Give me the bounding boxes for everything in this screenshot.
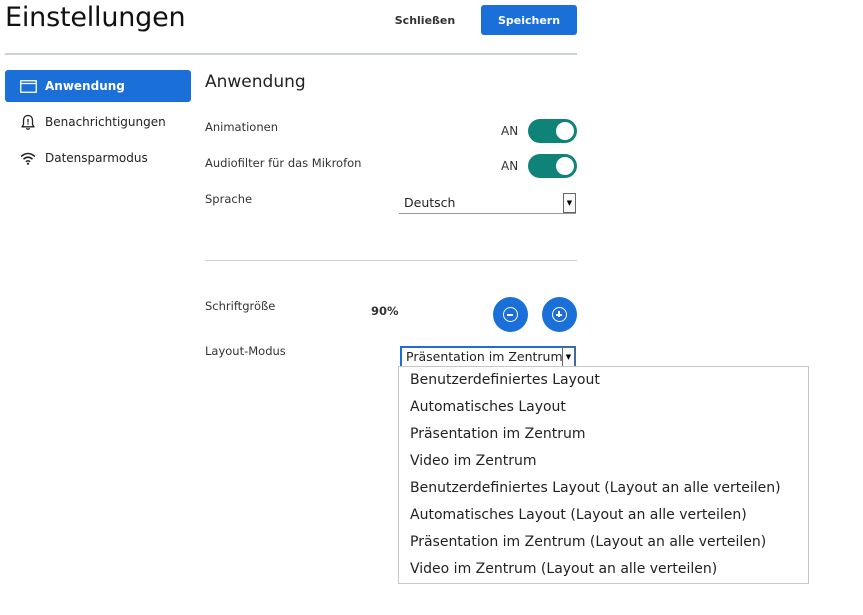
language-select[interactable]: Deutsch ▼	[399, 192, 576, 214]
font-size-label: Schriftgröße	[205, 299, 276, 313]
dropdown-option[interactable]: Automatisches Layout	[399, 396, 808, 423]
dropdown-option[interactable]: Benutzerdefiniertes Layout	[399, 369, 808, 396]
sidebar-item-label: Benachrichtigungen	[45, 115, 166, 129]
toggle-knob	[556, 122, 574, 140]
font-size-value: 90%	[371, 304, 399, 318]
save-button[interactable]: Speichern	[481, 5, 577, 35]
animations-state-text: AN	[501, 124, 519, 138]
close-button[interactable]: Schließen	[390, 6, 460, 34]
animations-label: Animationen	[205, 120, 278, 134]
section-title: Anwendung	[205, 72, 306, 92]
animations-toggle[interactable]	[528, 119, 577, 143]
bell-icon	[18, 113, 38, 131]
window-icon	[18, 77, 38, 95]
language-label: Sprache	[205, 192, 253, 206]
dropdown-option[interactable]: Video im Zentrum	[399, 450, 808, 477]
decrease-font-button[interactable]	[493, 297, 528, 332]
sidebar-item-benachrichtigungen[interactable]: Benachrichtigungen	[5, 106, 191, 138]
increase-font-button[interactable]	[542, 297, 577, 332]
toggle-knob	[556, 157, 574, 175]
sidebar: Anwendung Benachrichtigungen Datensparmo…	[5, 70, 191, 178]
dropdown-arrow-icon[interactable]: ▼	[563, 193, 576, 213]
dropdown-option[interactable]: Automatisches Layout (Layout an alle ver…	[399, 504, 808, 531]
audio-filter-state-text: AN	[501, 159, 519, 173]
minus-circle-icon	[503, 307, 518, 322]
sidebar-item-label: Anwendung	[45, 79, 125, 93]
layout-mode-select-value: Präsentation im Zentrum	[406, 349, 563, 364]
layout-mode-label: Layout-Modus	[205, 344, 286, 358]
page-title: Einstellungen	[5, 2, 186, 33]
audio-filter-toggle[interactable]	[528, 154, 577, 178]
wifi-icon	[18, 149, 38, 167]
dropdown-option[interactable]: Präsentation im Zentrum	[399, 423, 808, 450]
audio-filter-label: Audiofilter für das Mikrofon	[205, 156, 362, 170]
dropdown-option[interactable]: Video im Zentrum (Layout an alle verteil…	[399, 558, 808, 585]
sidebar-item-label: Datensparmodus	[45, 151, 148, 165]
dropdown-arrow-icon[interactable]: ▼	[562, 347, 575, 367]
plus-circle-icon	[552, 307, 567, 322]
sidebar-item-datensparmodus[interactable]: Datensparmodus	[5, 142, 191, 174]
layout-mode-select[interactable]: Präsentation im Zentrum ▼	[400, 346, 576, 368]
dropdown-option[interactable]: Präsentation im Zentrum (Layout an alle …	[399, 531, 808, 558]
language-select-value: Deutsch	[404, 195, 456, 210]
section-divider	[205, 260, 577, 261]
layout-mode-dropdown-list: Benutzerdefiniertes Layout Automatisches…	[398, 366, 809, 584]
dropdown-option[interactable]: Benutzerdefiniertes Layout (Layout an al…	[399, 477, 808, 504]
header-divider	[5, 53, 577, 55]
sidebar-item-anwendung[interactable]: Anwendung	[5, 70, 191, 102]
